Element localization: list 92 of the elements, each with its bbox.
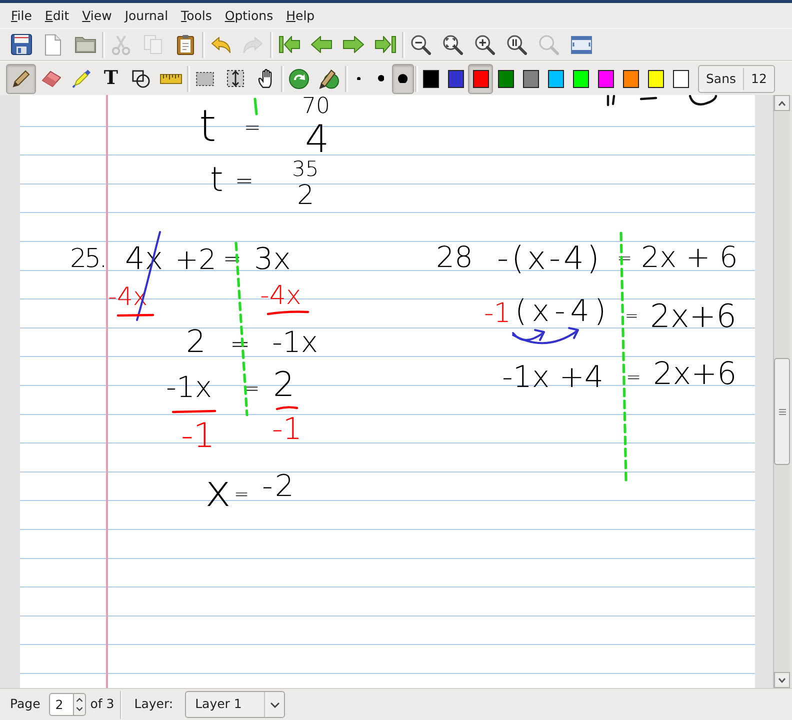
page-label: Page <box>10 695 40 714</box>
problem-number: 28 <box>436 243 473 272</box>
handwritten-term: -(x-4) <box>497 242 602 274</box>
handwritten-term: 2x+6 <box>650 300 736 332</box>
highlighter-icon <box>72 69 90 88</box>
layer-dropdown[interactable]: Layer 1 <box>185 691 286 718</box>
dot-icon <box>357 76 361 80</box>
zoom-out-icon <box>411 34 431 54</box>
underline-stroke <box>116 314 154 317</box>
menu-item[interactable]: Journal <box>120 6 174 24</box>
arrow-disc-icon <box>289 68 309 88</box>
menu-item[interactable]: Options <box>220 6 278 24</box>
scrollbar-thumb[interactable] <box>774 358 790 465</box>
underline-stroke <box>266 310 310 316</box>
handwritten-term: = <box>626 368 642 387</box>
menu-item[interactable]: Help <box>281 6 320 24</box>
blank-page-icon <box>45 34 61 56</box>
layer-label: Layer: <box>134 695 174 714</box>
text-tool-button[interactable]: T <box>96 64 126 94</box>
dot-icon <box>378 75 384 82</box>
zoom-in-icon <box>475 34 495 54</box>
color-button[interactable] <box>468 64 493 94</box>
undo-icon <box>211 36 231 52</box>
handwritten-term: 35 <box>292 159 319 180</box>
caret-up-icon <box>778 100 786 106</box>
handwritten-term: -1x <box>272 328 318 358</box>
handwritten-term: t <box>199 104 216 149</box>
zoom-reset-icon <box>507 34 527 54</box>
pen-stroke <box>254 98 258 116</box>
menu-item[interactable]: View <box>77 6 117 24</box>
handwritten-term: 3x <box>254 244 291 275</box>
handwritten-term: t <box>210 163 224 198</box>
square-circle-icon <box>132 70 150 88</box>
dotted-rectangle-icon <box>196 72 214 86</box>
zoom-fit-icon <box>443 34 463 54</box>
menu-item[interactable]: Edit <box>40 6 74 24</box>
handwritten-term: -2 <box>262 472 296 502</box>
handwritten-term: 4 <box>305 120 330 158</box>
handwritten-term: 2 <box>297 182 314 210</box>
fraction-bar <box>276 406 298 410</box>
ruler-icon <box>160 74 182 84</box>
arrow-right-icon <box>342 36 364 53</box>
arrow-left-icon <box>310 36 332 53</box>
chevron-down-icon <box>270 702 280 708</box>
scissors-icon <box>112 34 130 54</box>
handwritten-term: -1 <box>484 300 511 328</box>
caret-down-icon <box>778 678 786 682</box>
fraction-bar <box>172 410 216 414</box>
arrow-to-bar-right-icon <box>374 36 396 53</box>
handwritten-term: = <box>234 486 250 504</box>
scroll-up-button[interactable] <box>774 95 790 111</box>
handwritten-term: (x-4) <box>515 296 612 327</box>
menu-item[interactable]: Tools <box>176 6 217 24</box>
caret-down-icon <box>76 706 84 711</box>
handwritten-term: -1 <box>181 419 215 454</box>
redo-icon <box>243 36 263 52</box>
fullscreen-icon <box>570 36 592 54</box>
font-button[interactable]: Sans 12 <box>698 64 775 92</box>
hand-icon <box>258 69 272 88</box>
menu-item[interactable]: File <box>6 6 37 24</box>
handwritten-term: 2x+6 <box>653 358 737 390</box>
handwritten-term: -4x <box>260 283 302 309</box>
problem-number: 25. <box>70 246 106 272</box>
handwritten-term: x <box>205 470 232 514</box>
handwritten-term: = <box>625 308 638 324</box>
clipboard-icon <box>176 34 194 54</box>
pen-thickness-button[interactable] <box>392 64 414 94</box>
handwritten-term: 2 <box>186 326 206 358</box>
caret-up-icon <box>76 698 84 702</box>
vertical-arrows-icon <box>226 70 244 87</box>
folder-icon <box>74 36 96 52</box>
handwritten-term: = <box>244 117 261 138</box>
handwritten-term: +2 <box>175 246 216 274</box>
handwritten-term: = <box>235 171 254 194</box>
pencil-icon <box>12 70 30 88</box>
page-spinner[interactable] <box>73 693 86 716</box>
handwritten-term: -1x <box>166 373 212 402</box>
handwritten-term: 70 <box>302 96 330 118</box>
handwritten-term: 2 <box>273 368 295 402</box>
grip-icon <box>778 408 786 414</box>
page-number-field[interactable]: 2 <box>49 693 74 716</box>
eraser-icon <box>42 70 60 86</box>
magnifier-icon <box>539 34 559 54</box>
handwritten-term: -1 <box>272 414 302 445</box>
pen-button[interactable] <box>6 64 36 94</box>
handwritten-term: -1x +4 <box>502 362 604 393</box>
two-pages-icon <box>144 35 162 54</box>
arrow-to-bar-left-icon <box>278 36 300 53</box>
page-count-label: of 3 <box>90 695 114 714</box>
handwritten-term: 2x + 6 <box>641 243 738 272</box>
scroll-down-button[interactable] <box>774 672 790 688</box>
dot-icon <box>398 74 408 84</box>
